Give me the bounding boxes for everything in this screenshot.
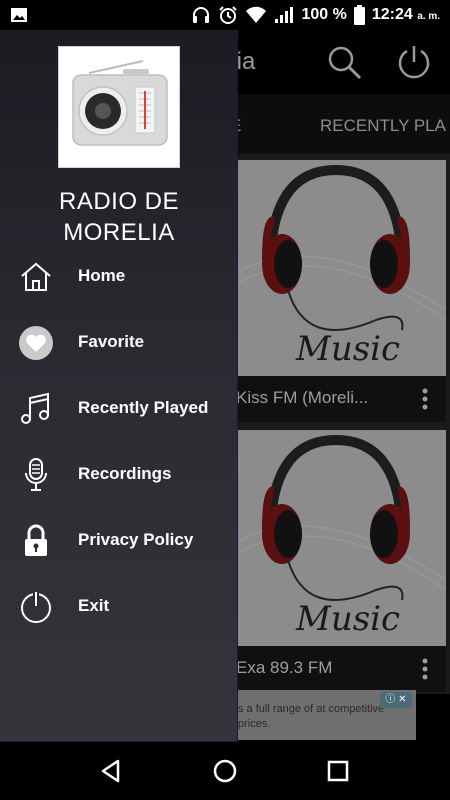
screen: 100 % 12:24 a. m. relia E RECENTLY PLA bbox=[0, 0, 450, 800]
headphones-music-image: Music bbox=[226, 434, 446, 639]
ampm-text: a. m. bbox=[417, 11, 440, 22]
system-nav-bar bbox=[0, 742, 450, 800]
drawer-item-label: Recently Played bbox=[78, 398, 209, 417]
headphones-icon bbox=[193, 7, 210, 23]
ad-text: s a full range of at competitive prices. bbox=[238, 703, 385, 730]
station-card-footer: Kiss FM (Moreli... bbox=[226, 376, 446, 422]
station-artwork: Music bbox=[226, 430, 446, 646]
headphones-music-image: Music bbox=[226, 164, 446, 369]
drawer-item-label: Recordings bbox=[78, 464, 172, 483]
app-logo bbox=[58, 46, 180, 168]
tab-recently-played[interactable]: RECENTLY PLA bbox=[320, 116, 446, 136]
navigation-drawer: RADIO DE MORELIA Home Favorite Recently … bbox=[0, 30, 238, 742]
drawer-item-exit[interactable]: Exit bbox=[0, 580, 238, 634]
search-icon[interactable] bbox=[326, 44, 362, 80]
battery-percent: 100 % bbox=[301, 6, 347, 23]
heart-icon bbox=[19, 326, 53, 360]
signal-icon bbox=[275, 7, 294, 23]
microphone-icon bbox=[25, 458, 47, 491]
drawer-item-home[interactable]: Home bbox=[0, 250, 238, 304]
power-icon[interactable] bbox=[396, 44, 432, 80]
power-icon bbox=[21, 592, 51, 623]
station-card[interactable]: Music Kiss FM (Moreli... bbox=[226, 160, 446, 422]
drawer-item-favorite[interactable]: Favorite bbox=[0, 316, 238, 370]
station-artwork: Music bbox=[226, 160, 446, 376]
back-icon[interactable] bbox=[98, 758, 124, 784]
svg-text:Music: Music bbox=[295, 599, 400, 639]
drawer-item-label: Home bbox=[78, 266, 126, 285]
drawer-item-label: Privacy Policy bbox=[78, 530, 194, 549]
home-circle-icon[interactable] bbox=[212, 758, 238, 784]
battery-icon bbox=[353, 5, 365, 25]
drawer-item-label: Favorite bbox=[78, 332, 145, 351]
drawer-item-recently-played[interactable]: Recently Played bbox=[0, 382, 238, 436]
music-note-icon bbox=[21, 392, 49, 424]
radio-icon bbox=[72, 60, 168, 146]
time-text: 12:24 bbox=[371, 6, 413, 23]
home-icon bbox=[21, 262, 51, 291]
station-title: Exa 89.3 FM bbox=[236, 658, 333, 677]
image-icon bbox=[11, 8, 27, 22]
alarm-icon bbox=[219, 6, 238, 24]
drawer-item-recordings[interactable]: Recordings bbox=[0, 448, 238, 502]
ad-banner[interactable]: s a full range of at competitive prices.… bbox=[226, 690, 416, 740]
recents-icon[interactable] bbox=[325, 758, 351, 784]
station-title: Kiss FM (Moreli... bbox=[236, 388, 369, 407]
clock: 12:24 a. m. bbox=[372, 6, 440, 24]
drawer-app-name: RADIO DE MORELIA bbox=[58, 188, 179, 246]
status-bar: 100 % 12:24 a. m. bbox=[0, 0, 450, 30]
station-card-footer: Exa 89.3 FM bbox=[226, 646, 446, 692]
more-vert-icon[interactable] bbox=[422, 658, 428, 680]
lock-icon bbox=[25, 524, 47, 556]
more-vert-icon[interactable] bbox=[422, 388, 428, 410]
wifi-icon bbox=[246, 6, 267, 23]
drawer-item-label: Exit bbox=[78, 596, 110, 615]
drawer-item-privacy-policy[interactable]: Privacy Policy bbox=[0, 514, 238, 568]
station-card[interactable]: Music Exa 89.3 FM bbox=[226, 430, 446, 692]
svg-text:Music: Music bbox=[295, 329, 400, 369]
ad-choices-icon[interactable]: ⓘ ✕ bbox=[380, 692, 412, 708]
